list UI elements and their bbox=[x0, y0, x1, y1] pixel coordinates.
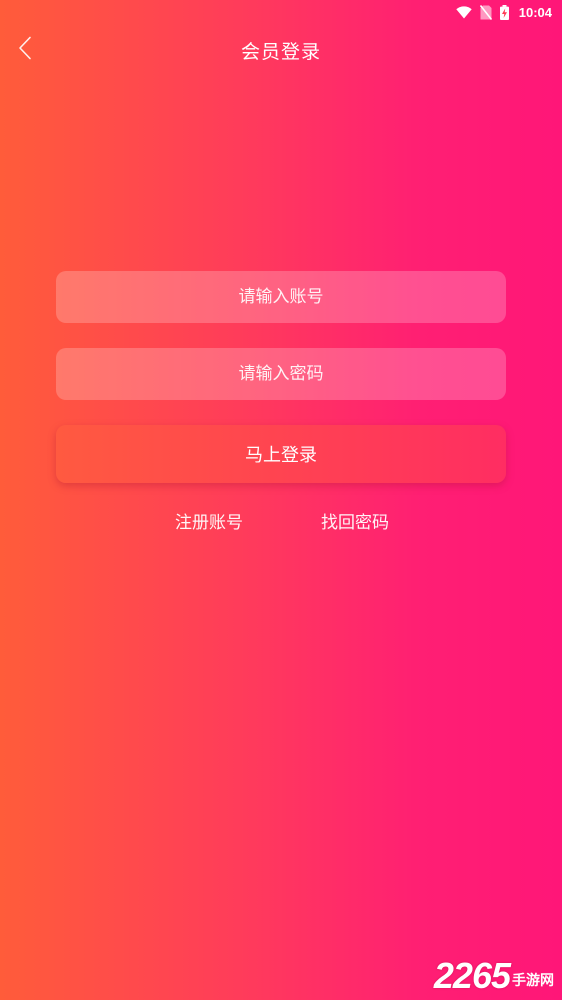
header: 会员登录 bbox=[0, 24, 562, 76]
auth-links: 注册账号 找回密码 bbox=[0, 508, 562, 533]
battery-charging-icon bbox=[499, 4, 509, 20]
watermark-logo: 2265 手游网 bbox=[434, 958, 554, 994]
login-button[interactable]: 马上登录 bbox=[56, 425, 506, 483]
back-button[interactable] bbox=[8, 33, 42, 67]
password-input[interactable] bbox=[56, 348, 506, 400]
wifi-icon bbox=[456, 5, 472, 19]
status-bar: 10:04 bbox=[0, 0, 562, 24]
login-form: 马上登录 bbox=[56, 271, 506, 483]
page-title: 会员登录 bbox=[240, 40, 321, 63]
register-link[interactable]: 注册账号 bbox=[173, 508, 243, 533]
chevron-left-icon bbox=[18, 36, 32, 64]
recover-password-link[interactable]: 找回密码 bbox=[319, 508, 389, 533]
status-time: 10:04 bbox=[518, 4, 552, 20]
watermark-digits: 2265 bbox=[433, 955, 511, 996]
account-input[interactable] bbox=[56, 271, 506, 323]
watermark-text: 手游网 bbox=[512, 973, 554, 989]
no-sim-icon bbox=[479, 4, 492, 20]
login-screen: 10:04 会员登录 马上登录 注册账号 找回密码 2265 手游网 bbox=[0, 0, 562, 1000]
